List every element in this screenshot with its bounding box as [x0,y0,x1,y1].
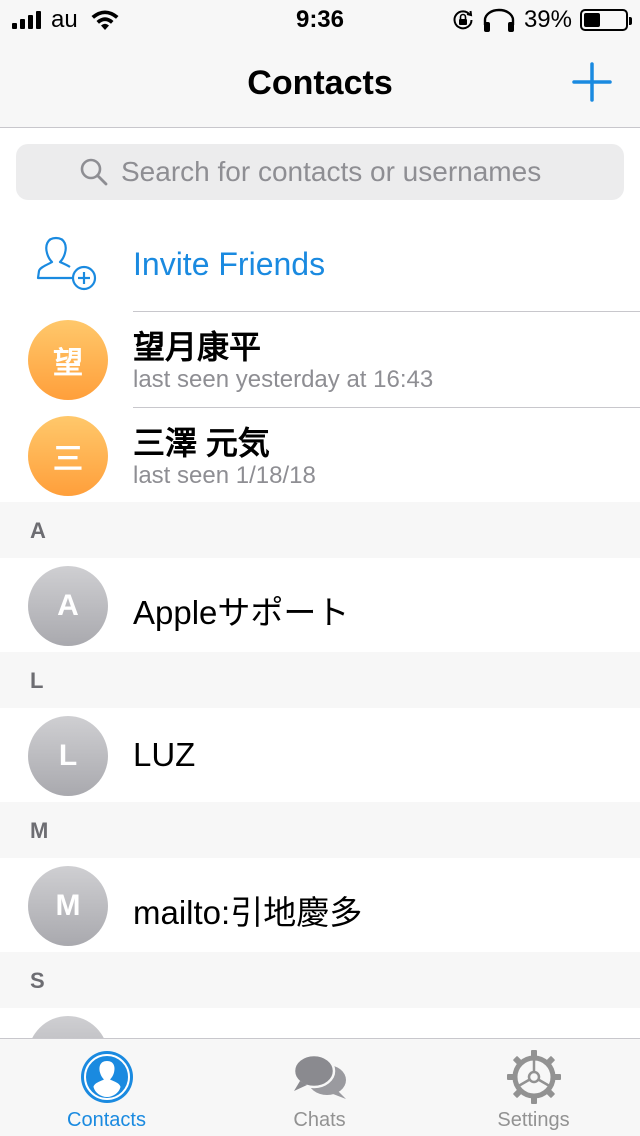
last-seen-status: last seen yesterday at 16:43 [133,366,434,393]
avatar: 望 [28,320,108,400]
contact-name: LUZ [133,736,196,773]
section-letter: L [30,668,44,693]
avatar: A [28,566,108,646]
plus-icon [572,62,612,102]
section-header-m: M [0,802,640,858]
battery-level-fill [584,13,600,27]
contact-name: mailto:引地慶多 [133,894,363,931]
contact-name: Appleサポート [133,594,350,631]
section-letter: A [30,518,46,543]
page-title: Contacts [247,64,393,102]
search-icon [80,158,108,186]
rotation-lock-icon [453,10,473,30]
last-seen-status: last seen 1/18/18 [133,462,316,489]
section-letter: M [30,818,49,843]
section-header-l: L [0,652,640,708]
contact-name: 三澤 元気 [133,425,270,461]
search-bar[interactable] [16,144,624,200]
invite-friends-row[interactable]: Invite Friends [0,216,640,312]
contact-row[interactable]: M mailto:引地慶多 [0,858,640,952]
tab-contacts[interactable]: Contacts [0,1039,213,1136]
contact-row[interactable]: A Appleサポート [0,558,640,652]
contact-name: 望月康平 [133,329,262,365]
tab-label: Settings [497,1109,570,1131]
tab-chats[interactable]: Chats [213,1039,426,1136]
section-letter: S [30,968,45,993]
tab-label: Chats [293,1109,346,1131]
invite-friends-label: Invite Friends [133,246,326,282]
avatar: 三 [28,416,108,496]
contact-row[interactable]: L LUZ [0,708,640,802]
search-area [0,128,640,216]
contact-row[interactable]: 三 三澤 元気 last seen 1/18/18 [0,408,640,502]
gear-icon [506,1050,561,1104]
section-header-a: A [0,502,640,558]
chat-bubbles-icon [292,1053,346,1099]
avatar: M [28,866,108,946]
headphones-icon [483,8,515,32]
add-contact-icon [36,236,97,291]
avatar: L [28,716,108,796]
status-bar: au 9:36 39% [0,0,640,40]
contact-row-partial[interactable] [0,1008,640,1038]
search-input[interactable] [121,156,561,188]
battery-icon [580,9,632,31]
navigation-bar: Contacts [0,40,640,128]
tab-bar: Contacts Chats Settings [0,1038,640,1136]
avatar [28,1016,108,1038]
tab-label: Contacts [67,1109,146,1131]
battery-percentage: 39% [523,6,572,33]
tab-settings[interactable]: Settings [427,1039,640,1136]
contact-row[interactable]: 望 望月康平 last seen yesterday at 16:43 [0,312,640,408]
person-icon [80,1051,133,1103]
section-header-s: S [0,952,640,1008]
add-contact-button[interactable] [572,62,612,102]
